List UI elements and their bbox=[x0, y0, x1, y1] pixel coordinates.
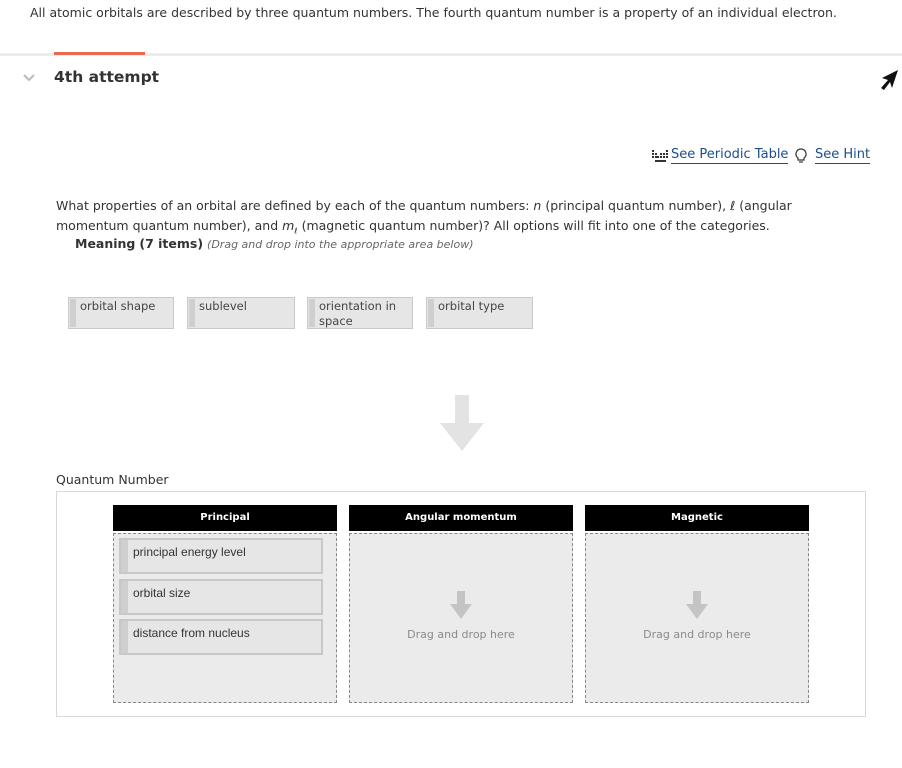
arrow-down-icon bbox=[686, 591, 708, 619]
drag-handle[interactable] bbox=[309, 299, 315, 327]
intro-text: All atomic orbitals are described by thr… bbox=[30, 5, 837, 20]
column-header-angular-momentum: Angular momentum bbox=[349, 505, 573, 531]
drop-placeholder: Drag and drop here bbox=[643, 628, 751, 641]
hint-label[interactable]: See Hint bbox=[815, 147, 871, 164]
drag-handle[interactable] bbox=[121, 581, 128, 613]
see-periodic-table-link[interactable]: See Periodic Table bbox=[652, 147, 789, 164]
drag-handle[interactable] bbox=[70, 299, 76, 327]
periodic-table-icon bbox=[652, 149, 668, 162]
meaning-count: (7 items) bbox=[139, 236, 204, 251]
meaning-heading: Meaning (7 items) (Drag and drop into th… bbox=[75, 236, 474, 251]
drag-handle[interactable] bbox=[189, 299, 195, 327]
drag-handle[interactable] bbox=[121, 540, 128, 572]
meaning-label: Meaning bbox=[75, 236, 136, 251]
drag-handle[interactable] bbox=[121, 621, 128, 653]
cursor-arrow-icon bbox=[881, 70, 898, 90]
lightbulb-icon bbox=[795, 148, 807, 163]
question-text: What properties of an orbital are define… bbox=[56, 198, 792, 236]
arrow-down-icon bbox=[440, 395, 484, 451]
see-hint-link[interactable]: See Hint bbox=[795, 147, 871, 164]
placed-item[interactable]: orbital size bbox=[119, 579, 323, 615]
drop-zone-magnetic[interactable]: Drag and drop here bbox=[585, 533, 809, 703]
drag-item-sublevel[interactable]: sublevel bbox=[187, 297, 295, 329]
quantum-number-label: Quantum Number bbox=[56, 472, 169, 487]
column-header-principal: Principal bbox=[113, 505, 337, 531]
drop-zone-angular-momentum[interactable]: Drag and drop here bbox=[349, 533, 573, 703]
placed-item[interactable]: distance from nucleus bbox=[119, 619, 323, 655]
chevron-down-icon[interactable] bbox=[22, 73, 36, 83]
attempt-title[interactable]: 4th attempt bbox=[54, 68, 159, 86]
drag-item-orbital-shape[interactable]: orbital shape bbox=[68, 297, 174, 329]
placed-item[interactable]: principal energy level bbox=[119, 538, 323, 574]
column-header-magnetic: Magnetic bbox=[585, 505, 809, 531]
drag-item-orbital-type[interactable]: orbital type bbox=[426, 297, 533, 329]
drop-zone-principal[interactable]: principal energy level orbital size dist… bbox=[113, 533, 337, 703]
arrow-down-icon bbox=[450, 591, 472, 619]
drag-item-orientation-in-space[interactable]: orientation in space bbox=[307, 297, 413, 329]
periodic-table-label[interactable]: See Periodic Table bbox=[671, 147, 789, 164]
active-tab-indicator bbox=[54, 52, 145, 55]
drag-handle[interactable] bbox=[428, 299, 434, 327]
drop-placeholder: Drag and drop here bbox=[407, 628, 515, 641]
meaning-instruction: (Drag and drop into the appropriate area… bbox=[207, 238, 474, 251]
